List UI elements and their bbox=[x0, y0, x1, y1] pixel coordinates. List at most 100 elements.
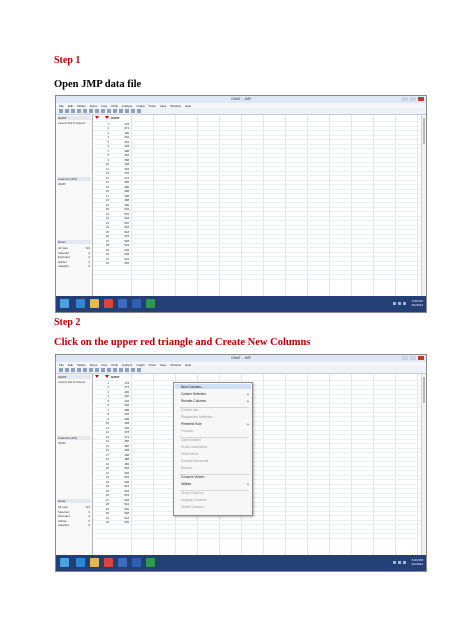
context-menu-item[interactable]: Ungroup Columns bbox=[181, 498, 207, 502]
toolbar-button-icon[interactable] bbox=[59, 368, 63, 372]
row-number[interactable]: 27 bbox=[93, 239, 109, 243]
row-number[interactable]: 30 bbox=[93, 252, 109, 256]
jmp-icon[interactable] bbox=[146, 558, 155, 567]
row-number[interactable]: 4 bbox=[93, 394, 109, 398]
menu-item[interactable]: Graph bbox=[136, 104, 144, 108]
toolbar-button-icon[interactable] bbox=[119, 109, 123, 113]
taskbar-clock[interactable]: 6:30 PM 4/1/2013 bbox=[411, 299, 423, 307]
table-cell[interactable]: 518 bbox=[111, 230, 129, 234]
context-menu-item[interactable]: Preselect Role bbox=[181, 422, 202, 426]
row-number[interactable]: 20 bbox=[93, 466, 109, 470]
network-icon[interactable] bbox=[393, 561, 396, 564]
table-cell[interactable]: 474 bbox=[111, 126, 129, 130]
table-cell[interactable]: 450 bbox=[111, 180, 129, 184]
menu-item[interactable]: Analyze bbox=[122, 104, 133, 108]
table-cell[interactable]: 448 bbox=[111, 144, 129, 148]
minimize-icon[interactable] bbox=[402, 97, 408, 101]
row-number[interactable]: 4 bbox=[93, 135, 109, 139]
table-cell[interactable]: 474 bbox=[111, 385, 129, 389]
table-cell[interactable]: 452 bbox=[111, 135, 129, 139]
toolbar-button-icon[interactable] bbox=[59, 109, 63, 113]
toolbar-button-icon[interactable] bbox=[95, 109, 99, 113]
context-menu-item[interactable]: Recode... bbox=[181, 466, 195, 470]
row-number[interactable]: 27 bbox=[93, 498, 109, 502]
toolbar-button-icon[interactable] bbox=[83, 109, 87, 113]
column-header-gmat[interactable]: GMAT bbox=[111, 116, 129, 120]
table-cell[interactable]: 528 bbox=[111, 252, 129, 256]
rows-panel-header[interactable]: Rows bbox=[57, 499, 91, 503]
table-cell[interactable]: 458 bbox=[111, 448, 129, 452]
toolbar-button-icon[interactable] bbox=[107, 368, 111, 372]
row-number[interactable]: 12 bbox=[93, 430, 109, 434]
file-explorer-icon[interactable] bbox=[90, 299, 99, 308]
row-number[interactable]: 13 bbox=[93, 435, 109, 439]
vertical-scrollbar[interactable] bbox=[421, 115, 426, 296]
table-cell[interactable]: 486 bbox=[111, 444, 129, 448]
context-menu-item[interactable]: Formula... bbox=[181, 429, 195, 433]
row-number[interactable]: 1 bbox=[93, 122, 109, 126]
table-cell[interactable]: 478 bbox=[111, 430, 129, 434]
row-number[interactable]: 25 bbox=[93, 489, 109, 493]
row-number[interactable]: 18 bbox=[93, 198, 109, 202]
menu-item[interactable]: DOE bbox=[111, 363, 118, 367]
menu-item[interactable]: Window bbox=[170, 104, 181, 108]
table-cell[interactable]: 488 bbox=[111, 408, 129, 412]
table-cell[interactable]: 488 bbox=[111, 198, 129, 202]
menu-item[interactable]: Tables bbox=[77, 363, 86, 367]
table-cell[interactable]: 530 bbox=[111, 507, 129, 511]
toolbar-button-icon[interactable] bbox=[119, 368, 123, 372]
context-menu-item[interactable]: Group Columns bbox=[181, 491, 203, 495]
menu-item[interactable]: Help bbox=[185, 104, 191, 108]
menu-item[interactable]: View bbox=[160, 363, 166, 367]
windows-start-icon[interactable] bbox=[60, 299, 69, 308]
volume-icon[interactable] bbox=[398, 561, 401, 564]
row-number[interactable]: 23 bbox=[93, 221, 109, 225]
columns-red-triangle-icon[interactable] bbox=[105, 116, 109, 119]
menu-item[interactable]: File bbox=[59, 104, 64, 108]
table-cell[interactable]: 516 bbox=[111, 484, 129, 488]
menu-item[interactable]: DOE bbox=[111, 104, 118, 108]
table-cell[interactable]: 448 bbox=[111, 403, 129, 407]
row-number[interactable]: 2 bbox=[93, 126, 109, 130]
row-number[interactable]: 29 bbox=[93, 507, 109, 511]
menu-item[interactable]: View bbox=[160, 104, 166, 108]
table-cell[interactable]: 516 bbox=[111, 225, 129, 229]
table-cell[interactable]: 518 bbox=[111, 475, 129, 479]
row-number[interactable]: 7 bbox=[93, 149, 109, 153]
toolbar-button-icon[interactable] bbox=[65, 109, 69, 113]
file-explorer-icon[interactable] bbox=[90, 558, 99, 567]
context-menu-item[interactable]: Scroll Lock/Unlock bbox=[181, 445, 207, 449]
table-cell[interactable]: 524 bbox=[111, 493, 129, 497]
toolbar-button-icon[interactable] bbox=[137, 109, 141, 113]
context-menu-item[interactable]: Label/Unlabel bbox=[181, 438, 201, 442]
row-number[interactable]: 2 bbox=[93, 385, 109, 389]
close-icon[interactable] bbox=[418, 356, 424, 360]
network-icon[interactable] bbox=[393, 302, 396, 305]
table-cell[interactable]: 458 bbox=[111, 189, 129, 193]
row-number[interactable]: 15 bbox=[93, 185, 109, 189]
close-icon[interactable] bbox=[418, 97, 424, 101]
table-cell[interactable]: 520 bbox=[111, 480, 129, 484]
menu-item[interactable]: Rows bbox=[90, 363, 98, 367]
row-number[interactable]: 28 bbox=[93, 243, 109, 247]
table-red-triangle-icon[interactable] bbox=[95, 116, 99, 119]
table-cell[interactable]: 448 bbox=[111, 421, 129, 425]
jmp-icon[interactable] bbox=[146, 299, 155, 308]
table-cell[interactable]: 488 bbox=[111, 457, 129, 461]
row-number[interactable]: 9 bbox=[93, 158, 109, 162]
row-number[interactable]: 8 bbox=[93, 153, 109, 157]
context-menu-item[interactable]: Column Selection bbox=[181, 392, 206, 396]
toolbar-button-icon[interactable] bbox=[71, 368, 75, 372]
row-number[interactable]: 7 bbox=[93, 408, 109, 412]
table-cell[interactable]: 518 bbox=[111, 216, 129, 220]
maximize-icon[interactable] bbox=[410, 356, 416, 360]
row-number[interactable]: 12 bbox=[93, 171, 109, 175]
table-cell[interactable]: 432 bbox=[111, 399, 129, 403]
row-number[interactable]: 25 bbox=[93, 230, 109, 234]
row-number[interactable]: 22 bbox=[93, 216, 109, 220]
row-number[interactable]: 10 bbox=[93, 162, 109, 166]
row-number[interactable]: 19 bbox=[93, 203, 109, 207]
volume-icon[interactable] bbox=[398, 302, 401, 305]
scroll-thumb[interactable] bbox=[423, 118, 425, 144]
table-name[interactable]: GMAT bbox=[57, 375, 91, 379]
